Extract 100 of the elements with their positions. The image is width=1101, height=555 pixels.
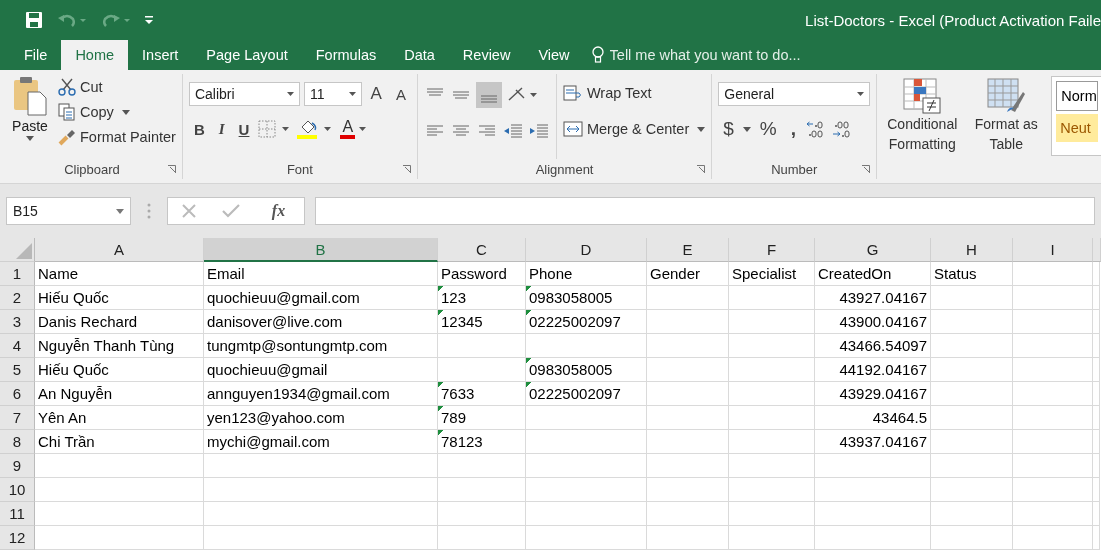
row-header[interactable]: 12: [0, 526, 35, 550]
table-brush-icon: [987, 78, 1026, 114]
table-cell: 12345: [438, 310, 526, 334]
paste-button[interactable]: Paste: [8, 74, 52, 159]
group-label: Clipboard: [64, 161, 120, 177]
table-cell: 43929.04167: [815, 382, 931, 406]
row-header[interactable]: 10: [0, 478, 35, 502]
italic-button[interactable]: I: [213, 120, 230, 138]
table-cell: 44192.04167: [815, 358, 931, 382]
cut-button[interactable]: Cut: [58, 76, 176, 98]
format-as-table-button[interactable]: Format as Table: [967, 74, 1046, 179]
number-format-field[interactable]: General: [718, 82, 871, 106]
neutral-style-swatch[interactable]: Neut: [1056, 114, 1098, 142]
ribbon-tab[interactable]: Review: [448, 40, 525, 70]
column-header[interactable]: E: [647, 238, 729, 262]
row-header[interactable]: 7: [0, 406, 35, 430]
wrap-text-button[interactable]: Wrap Text: [562, 82, 706, 104]
caret-icon: [121, 109, 130, 115]
group-label: Alignment: [535, 161, 594, 177]
dialog-launcher-icon[interactable]: [862, 165, 871, 173]
table-cell: 7633: [438, 382, 526, 406]
customize-caret-icon[interactable]: [145, 16, 153, 24]
dialog-launcher-icon[interactable]: [167, 165, 176, 173]
percent-button[interactable]: %: [754, 118, 782, 140]
column-header[interactable]: C: [438, 238, 526, 262]
undo-icon[interactable]: [57, 12, 87, 28]
ribbon-tab[interactable]: Data: [390, 40, 449, 70]
merge-center-button[interactable]: Merge & Center: [562, 118, 706, 140]
bottom-align-icon[interactable]: [475, 82, 502, 108]
save-icon[interactable]: [25, 11, 43, 29]
table-cell: 43466.54097: [815, 334, 931, 358]
tell-me-search[interactable]: Tell me what you want to do...: [591, 40, 830, 70]
currency-button[interactable]: $: [718, 118, 739, 140]
table-cell: 43900.04167: [815, 310, 931, 334]
table-cell: Specialist: [729, 262, 815, 286]
bold-button[interactable]: B: [188, 120, 210, 138]
shrink-font-button[interactable]: A: [390, 85, 411, 103]
lightbulb-icon: [591, 46, 604, 64]
font-name-field[interactable]: Calibri: [188, 82, 300, 106]
copy-button[interactable]: Copy: [58, 101, 176, 123]
underline-button[interactable]: U: [233, 120, 255, 138]
conditional-formatting-button[interactable]: Conditional Formatting: [883, 74, 962, 179]
row-header[interactable]: 4: [0, 334, 35, 358]
table-cell: Hiếu Quốc: [35, 286, 204, 310]
clipboard-icon: [12, 76, 48, 116]
table-cell: 43927.04167: [815, 286, 931, 310]
column-header[interactable]: G: [815, 238, 931, 262]
ribbon-tab[interactable]: File: [10, 40, 62, 70]
redo-icon[interactable]: [101, 12, 131, 28]
column-header[interactable]: H: [931, 238, 1013, 262]
font-size-field[interactable]: 11: [303, 82, 362, 106]
font-color-button[interactable]: A: [340, 119, 367, 139]
enter-check-icon[interactable]: [222, 203, 241, 219]
table-cell: Hiếu Quốc: [35, 358, 204, 382]
table-cell: 789: [438, 406, 526, 430]
row-header[interactable]: 3: [0, 310, 35, 334]
ribbon-tab[interactable]: Formulas: [301, 40, 391, 70]
normal-style-swatch[interactable]: Norm: [1056, 81, 1098, 111]
table-cell: Nguyễn Thanh Tùng: [35, 334, 204, 358]
insert-function-button[interactable]: fx: [265, 201, 292, 221]
cancel-icon[interactable]: [180, 203, 197, 219]
ribbon-tab[interactable]: Page Layout: [192, 40, 302, 70]
column-header[interactable]: B: [204, 238, 438, 262]
row-header[interactable]: 2: [0, 286, 35, 310]
column-header[interactable]: D: [526, 238, 647, 262]
name-box[interactable]: B15: [6, 197, 131, 225]
table-cell: Gender: [647, 262, 729, 286]
format-painter-button[interactable]: Format Painter: [58, 126, 176, 148]
merge-cells-icon: [562, 120, 583, 138]
ribbon-tab[interactable]: Home: [61, 40, 129, 70]
row-header[interactable]: 11: [0, 502, 35, 526]
table-cell: 43937.04167: [815, 430, 931, 454]
formula-input[interactable]: [315, 197, 1095, 225]
caret-icon: [857, 92, 865, 96]
comma-style-button[interactable]: ,: [785, 118, 802, 140]
table-cell: 123: [438, 286, 526, 310]
row-header[interactable]: 5: [0, 358, 35, 382]
table-cell: 02225002097: [526, 310, 647, 334]
table-cell: quochieuu@gmail.com: [204, 286, 438, 310]
table-cell: 02225002097: [526, 382, 647, 406]
row-header[interactable]: 6: [0, 382, 35, 406]
table-cell: CreatedOn: [815, 262, 931, 286]
window-title: List-Doctors - Excel (Product Activation Faile: [805, 11, 1101, 29]
group-label: Number: [771, 161, 818, 177]
row-header[interactable]: 9: [0, 454, 35, 478]
select-all-icon[interactable]: [16, 243, 32, 259]
grow-font-button[interactable]: A: [365, 84, 387, 104]
ribbon-tab[interactable]: Insert: [128, 40, 193, 70]
column-header[interactable]: F: [729, 238, 815, 262]
caret-icon: [697, 126, 706, 132]
table-cell: Phone: [526, 262, 647, 286]
row-header[interactable]: 1: [0, 262, 35, 286]
column-header[interactable]: I: [1013, 238, 1093, 262]
dialog-launcher-icon[interactable]: [697, 165, 706, 173]
table-cell: 78123: [438, 430, 526, 454]
row-header[interactable]: 8: [0, 430, 35, 454]
dialog-launcher-icon[interactable]: [402, 165, 411, 173]
table-cell: Yên An: [35, 406, 204, 430]
caret-icon[interactable]: [742, 126, 751, 132]
ribbon-tab[interactable]: View: [524, 40, 584, 70]
